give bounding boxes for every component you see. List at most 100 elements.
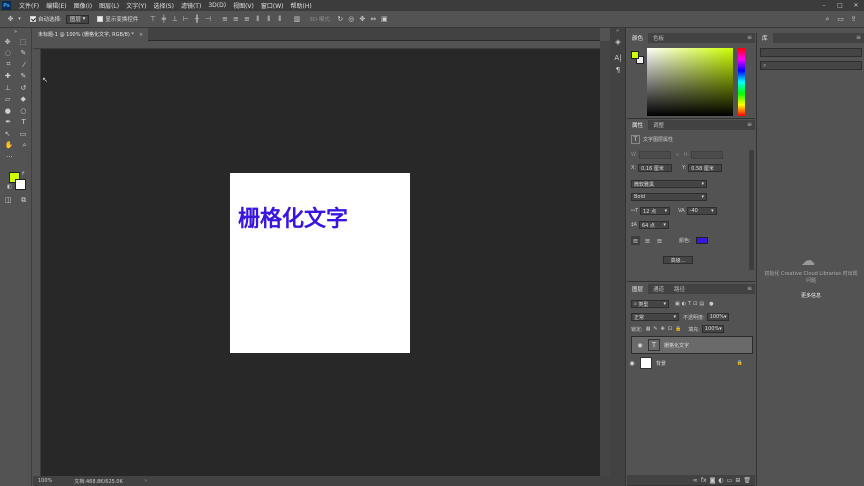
tab-adjustments[interactable]: 调整 — [648, 120, 669, 130]
path-select-tool-icon[interactable]: ↖ — [5, 130, 11, 138]
menu-file[interactable]: 文件(F) — [19, 1, 39, 10]
distribute-right-icon[interactable]: ⫴ — [275, 15, 284, 24]
fx-icon[interactable]: fx — [701, 477, 707, 484]
scale-3d-icon[interactable]: ▣ — [380, 15, 389, 24]
lock-icons[interactable]: ▦✎✥⊡🔒 — [646, 326, 685, 332]
slide-3d-icon[interactable]: ⇔ — [369, 15, 378, 24]
shape-tool-icon[interactable]: ▭ — [20, 130, 27, 138]
layer-row-text[interactable]: ◉ T 栅格化文字 — [631, 336, 753, 354]
move-tool-icon[interactable]: ✥ — [5, 38, 11, 46]
healing-tool-icon[interactable]: ✚ — [5, 72, 11, 80]
distribute-hcenter-icon[interactable]: ⫴ — [264, 15, 273, 24]
layer-name[interactable]: 栅格化文字 — [664, 342, 689, 349]
layer-name[interactable]: 背景 — [656, 360, 666, 367]
layer-filter-icons[interactable]: ▣◐T⊡▤ — [675, 301, 706, 307]
menu-edit[interactable]: 编辑(E) — [46, 1, 66, 10]
auto-align-icon[interactable]: ▥ — [292, 15, 301, 24]
align-center-text-icon[interactable]: ≡ — [643, 236, 652, 245]
pan-3d-icon[interactable]: ✥ — [358, 15, 367, 24]
menu-view[interactable]: 视图(V) — [233, 1, 254, 10]
font-size-field[interactable]: 12 点 ▾ — [640, 207, 671, 215]
y-field[interactable]: 0.58 厘米 — [688, 164, 723, 172]
eyedropper-tool-icon[interactable]: ⁄ — [23, 61, 24, 69]
menu-window[interactable]: 窗口(W) — [261, 1, 284, 10]
tracking-field[interactable]: -40 ▾ — [686, 207, 717, 215]
crop-tool-icon[interactable]: ⌗ — [6, 60, 10, 69]
distribute-left-icon[interactable]: ⫴ — [253, 15, 262, 24]
font-style-select[interactable]: Bold ▾ — [631, 193, 707, 201]
text-color-swatch[interactable] — [695, 237, 708, 244]
visibility-eye-icon[interactable]: ◉ — [627, 360, 637, 367]
roll-3d-icon[interactable]: ◎ — [347, 15, 356, 24]
menu-filter[interactable]: 滤镜(T) — [181, 1, 201, 10]
align-hcenter-icon[interactable]: ╫ — [192, 15, 201, 24]
lasso-tool-icon[interactable]: ◌ — [5, 49, 11, 57]
paragraph-panel-icon[interactable]: ¶ — [610, 64, 626, 76]
align-right-icon[interactable]: ⊣ — [203, 15, 212, 24]
move-tool-icon[interactable]: ✥ — [6, 15, 15, 24]
filter-toggle-icon[interactable]: ● — [709, 301, 713, 307]
distribute-vcenter-icon[interactable]: ≡ — [231, 15, 240, 24]
zoom-tool-icon[interactable]: ⌕ — [22, 141, 26, 150]
horizontal-ruler[interactable] — [33, 41, 600, 49]
library-search-input[interactable]: ⌕ — [760, 61, 862, 70]
expand-icon[interactable]: « — [610, 28, 625, 36]
link-layers-icon[interactable]: ∞ — [693, 477, 698, 484]
paint-bucket-tool-icon[interactable]: ◆ — [21, 95, 26, 103]
more-info-link[interactable]: 更多信息 — [763, 292, 859, 299]
share-icon[interactable]: ⇪ — [849, 15, 858, 24]
properties-scrollbar[interactable] — [749, 150, 754, 270]
pen-tool-icon[interactable]: ✒ — [5, 118, 11, 126]
adjustment-layer-icon[interactable]: ◐ — [718, 477, 723, 484]
document-canvas[interactable]: 栅格化文字 — [230, 173, 410, 353]
delete-layer-icon[interactable]: 🗑 — [743, 477, 751, 484]
zoom-level[interactable]: 100% — [38, 478, 52, 484]
clone-stamp-tool-icon[interactable]: ⊥ — [5, 84, 11, 92]
font-family-select[interactable]: 微软雅黑 ▾ — [631, 180, 707, 188]
close-tab-icon[interactable]: × — [139, 32, 143, 38]
collapse-icon[interactable]: » — [14, 29, 17, 35]
search-icon[interactable]: ⌕ — [823, 15, 832, 24]
auto-select-dropdown[interactable]: 图层 ▾ — [65, 14, 90, 24]
leading-field[interactable]: 64 点 ▾ — [638, 221, 669, 229]
distribute-bottom-icon[interactable]: ≡ — [242, 15, 251, 24]
blend-mode-select[interactable]: 正常 ▾ — [631, 313, 679, 321]
show-transform-checkbox[interactable] — [97, 16, 104, 22]
type-tool-icon[interactable]: T — [22, 118, 26, 126]
tab-paths[interactable]: 路径 — [669, 284, 690, 294]
vertical-scrollbar[interactable] — [600, 41, 610, 476]
visibility-eye-icon[interactable]: ◉ — [635, 342, 645, 349]
advanced-button[interactable]: 高级... — [663, 256, 693, 264]
align-vcenter-icon[interactable]: ╪ — [159, 15, 168, 24]
tab-properties[interactable]: 属性 — [627, 120, 649, 130]
align-bottom-icon[interactable]: ⊥ — [170, 15, 179, 24]
color-fg-swatch[interactable] — [631, 51, 639, 59]
more-tools-icon[interactable]: ··· — [6, 153, 13, 161]
menu-type[interactable]: 文字(Y) — [126, 1, 146, 10]
fill-field[interactable]: 100% ▾ — [701, 325, 724, 333]
x-field[interactable]: 0.16 厘米 — [638, 164, 673, 172]
auto-select-checkbox[interactable] — [30, 16, 36, 22]
distribute-top-icon[interactable]: ≡ — [220, 15, 229, 24]
color-spectrum-field[interactable] — [647, 48, 733, 116]
quick-mask-icon[interactable]: ◫ — [5, 196, 12, 204]
align-right-text-icon[interactable]: ≡ — [655, 236, 664, 245]
close-button[interactable]: ✕ — [848, 0, 864, 11]
canvas-text-layer[interactable]: 栅格化文字 — [238, 201, 348, 233]
minimize-button[interactable]: – — [816, 0, 832, 11]
default-colors-icon[interactable]: ◧ — [7, 184, 12, 190]
library-select[interactable] — [760, 48, 862, 57]
tab-layers[interactable]: 图层 — [627, 284, 649, 294]
align-left-icon[interactable]: ⊢ — [181, 15, 190, 24]
group-icon[interactable]: ▭ — [727, 477, 733, 484]
brush-tool-icon[interactable]: ✎ — [20, 72, 26, 80]
menu-3d[interactable]: 3D(D) — [208, 2, 226, 9]
menu-layer[interactable]: 图层(L) — [99, 1, 119, 10]
layer-filter-select[interactable]: ⌕ 类型 ▾ — [631, 300, 669, 308]
panel-menu-icon[interactable]: ≡ — [747, 34, 752, 41]
eraser-tool-icon[interactable]: ▱ — [5, 95, 10, 103]
layer-row-background[interactable]: ◉ 背景 🔒 — [627, 354, 749, 372]
hue-slider[interactable] — [738, 48, 745, 116]
marquee-tool-icon[interactable]: ⬚ — [20, 38, 27, 46]
panel-menu-icon[interactable]: ≡ — [856, 34, 861, 41]
